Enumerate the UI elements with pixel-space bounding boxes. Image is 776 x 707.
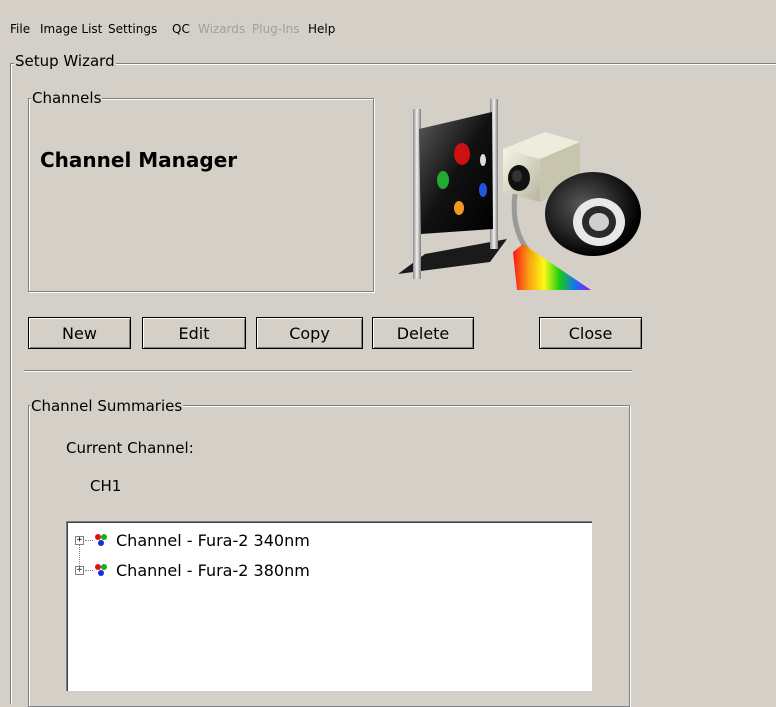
menu-qc[interactable]: QC [172,22,190,36]
menu-image-list[interactable]: Image List [40,22,102,36]
channels-group-legend: Channels [31,89,103,107]
close-button[interactable]: Close [539,317,642,349]
current-channel-value: CH1 [90,477,122,495]
channel-tree-view[interactable]: + Channel - Fura-2 340nm + Channel - Fur… [66,521,592,691]
channel-summaries-legend: Channel Summaries [30,397,184,415]
separator [24,370,632,372]
menu-settings[interactable]: Settings [108,22,157,36]
channel-setup-illustration-icon [395,94,650,296]
tree-connector [85,569,93,571]
tree-connector [85,539,93,541]
tree-item-label: Channel - Fura-2 340nm [116,530,310,550]
menu-help[interactable]: Help [308,22,335,36]
tree-item-fura2-380[interactable]: + Channel - Fura-2 380nm [75,560,310,580]
tree-item-label: Channel - Fura-2 380nm [116,560,310,580]
menu-wizards: Wizards [198,22,246,36]
tree-item-fura2-340[interactable]: + Channel - Fura-2 340nm [75,530,310,550]
setup-wizard-legend: Setup Wizard [14,52,116,70]
channel-manager-heading: Channel Manager [40,148,238,172]
channels-group [28,98,374,292]
channel-rgb-dots-icon [95,564,107,576]
channel-rgb-dots-icon [95,534,107,546]
copy-button[interactable]: Copy [256,317,363,349]
menu-plug-ins: Plug-Ins [252,22,300,36]
edit-button[interactable]: Edit [142,317,246,349]
current-channel-label: Current Channel: [66,439,194,457]
delete-button[interactable]: Delete [372,317,474,349]
menu-file[interactable]: File [10,22,30,36]
new-button[interactable]: New [28,317,131,349]
tree-vertical-connector [79,544,80,570]
